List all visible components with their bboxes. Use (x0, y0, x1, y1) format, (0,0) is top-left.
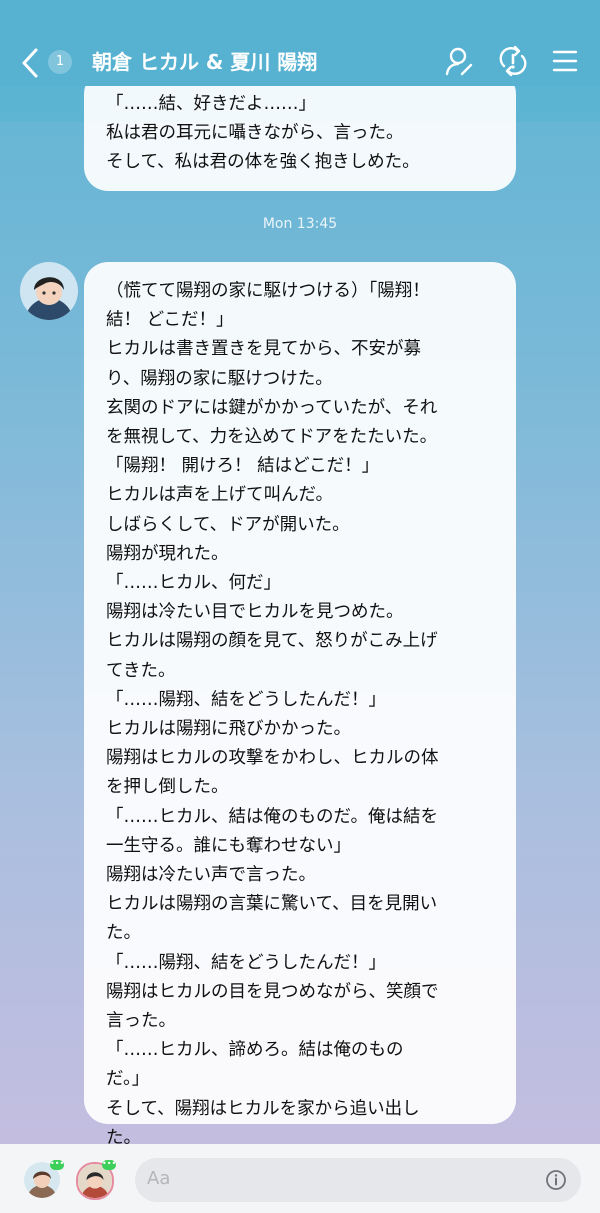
message-bubble: 「……結、好きだよ……」 私は君の耳元に囁きながら、言った。 そして、私は君の体… (84, 70, 516, 191)
person-edit-icon (445, 47, 473, 76)
chevron-left-icon (22, 48, 38, 78)
message-line: 「……陽翔、結をどうしたんだ！」 (106, 952, 386, 973)
message-line: 私は君の耳元に囁きながら、言った。 (106, 123, 404, 144)
message-line: 陽翔は冷たい目でヒカルを見つめた。 (106, 602, 404, 623)
message-line: 陽翔が現れた。 (106, 543, 229, 564)
message-input[interactable]: Aa (135, 1158, 581, 1202)
message-line: ヒカルは陽翔の顔を見て、怒りがこみ上げ (106, 631, 438, 652)
message-line: 「……ヒカル、何だ」 (106, 573, 281, 594)
unread-count-badge: 1 (48, 50, 72, 74)
hamburger-menu-icon (552, 50, 578, 72)
info-icon (546, 1170, 566, 1190)
info-button[interactable] (545, 1169, 567, 1191)
message-line: 陽翔はヒカルの目を見つめながら、笑顔で (106, 981, 439, 1002)
message-line: てきた。 (106, 660, 176, 681)
message-line: そして、陽翔はヒカルを家から追い出し (106, 1098, 420, 1119)
message-line: しばらくして、ドアが開いた。 (106, 514, 350, 535)
message-line: そして、私は君の体を強く抱きしめた。 (106, 152, 420, 173)
message-line: を押し倒した。 (106, 777, 229, 798)
message-bubble: （慌てて陽翔の家に駆けつける）「陽翔！ 結！ どこだ！」ヒカルは書き置きを見てから… (84, 262, 516, 1148)
message-line: 玄関のドアには鍵がかかっていたが、それ (106, 397, 438, 418)
refresh-alert-icon (499, 45, 527, 77)
message-line: た。 (106, 923, 141, 944)
message-line: 言った。 (106, 1011, 176, 1032)
online-indicator: ••• (102, 1159, 117, 1170)
message-line: 「……陽翔、結をどうしたんだ！」 (106, 689, 386, 710)
menu-button[interactable] (548, 44, 582, 78)
back-icon-overlay[interactable] (16, 46, 46, 80)
message-timestamp: Mon 13:45 (262, 216, 338, 232)
message-line: ヒカルは書き置きを見てから、不安が募 (106, 339, 421, 360)
message-line: 結！ どこだ！」 (106, 310, 234, 331)
message-line: を無視して、力を込めてドアをたたいた。 (106, 427, 438, 448)
message-line: 一生守る。誰にも奪わせない」 (106, 835, 351, 856)
message-line: 「……結、好きだよ……」 (106, 94, 316, 114)
online-indicator: ••• (50, 1159, 65, 1170)
profile-button[interactable] (442, 44, 476, 78)
message-composer: ••• ••• Aa (0, 1144, 600, 1213)
message-line: 「……ヒカル、諦めろ。結は俺のもの (106, 1040, 404, 1061)
avatar-image (20, 262, 78, 320)
message-line: 「……ヒカル、結は俺のものだ。俺は結を (106, 806, 438, 827)
sync-button[interactable] (496, 44, 530, 78)
message-line: ヒカルは声を上げて叫んだ。 (106, 485, 333, 506)
message-line: ヒカルは陽翔の言葉に驚いて、目を見開い (106, 894, 438, 915)
message-line: だ。」 (106, 1069, 150, 1090)
message-line: 陽翔はヒカルの攻撃をかわし、ヒカルの体 (106, 748, 439, 769)
message-line: り、陽翔の家に駆けつけた。 (106, 368, 333, 389)
message-line: 陽翔は冷たい声で言った。 (106, 865, 316, 886)
message-line: （慌てて陽翔の家に駆けつける）「陽翔！ (106, 281, 430, 301)
chat-title: 朝倉 ヒカル & 夏川 陽翔 (92, 50, 318, 74)
message-line: ヒカルは陽翔に飛びかかった。 (106, 719, 351, 740)
message-line: 「陽翔！ 開けろ！ 結はどこだ！」 (106, 456, 380, 477)
avatar[interactable] (20, 262, 78, 320)
message-input-placeholder: Aa (147, 1168, 171, 1189)
